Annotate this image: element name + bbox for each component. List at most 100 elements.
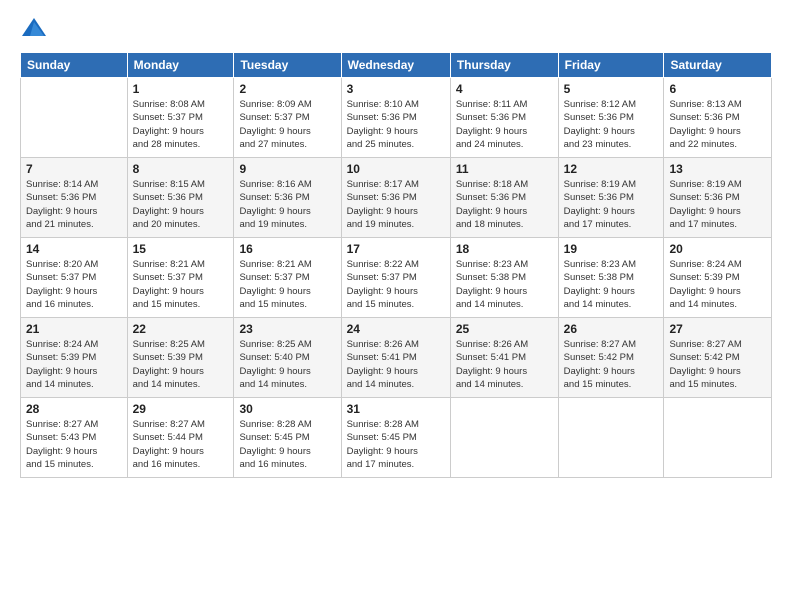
calendar-cell: 13 Sunrise: 8:19 AM Sunset: 5:36 PM Dayli… [664, 158, 772, 238]
calendar-cell: 24 Sunrise: 8:26 AM Sunset: 5:41 PM Dayli… [341, 318, 450, 398]
calendar-cell: 15 Sunrise: 8:21 AM Sunset: 5:37 PM Dayli… [127, 238, 234, 318]
calendar-cell: 31 Sunrise: 8:28 AM Sunset: 5:45 PM Dayli… [341, 398, 450, 478]
day-number: 26 [564, 322, 659, 336]
day-number: 1 [133, 82, 229, 96]
weekday-header-friday: Friday [558, 53, 664, 78]
logo [20, 16, 52, 40]
day-number: 8 [133, 162, 229, 176]
day-number: 23 [239, 322, 335, 336]
calendar-cell: 17 Sunrise: 8:22 AM Sunset: 5:37 PM Dayli… [341, 238, 450, 318]
calendar-cell: 23 Sunrise: 8:25 AM Sunset: 5:40 PM Dayli… [234, 318, 341, 398]
day-info: Sunrise: 8:09 AM Sunset: 5:37 PM Dayligh… [239, 98, 335, 151]
weekday-header-tuesday: Tuesday [234, 53, 341, 78]
calendar-cell: 14 Sunrise: 8:20 AM Sunset: 5:37 PM Dayli… [21, 238, 128, 318]
day-info: Sunrise: 8:25 AM Sunset: 5:39 PM Dayligh… [133, 338, 229, 391]
calendar-cell: 16 Sunrise: 8:21 AM Sunset: 5:37 PM Dayli… [234, 238, 341, 318]
day-info: Sunrise: 8:27 AM Sunset: 5:43 PM Dayligh… [26, 418, 122, 471]
day-info: Sunrise: 8:15 AM Sunset: 5:36 PM Dayligh… [133, 178, 229, 231]
day-number: 7 [26, 162, 122, 176]
weekday-header-monday: Monday [127, 53, 234, 78]
weekday-header-row: SundayMondayTuesdayWednesdayThursdayFrid… [21, 53, 772, 78]
day-number: 11 [456, 162, 553, 176]
calendar-week-row: 14 Sunrise: 8:20 AM Sunset: 5:37 PM Dayli… [21, 238, 772, 318]
day-info: Sunrise: 8:28 AM Sunset: 5:45 PM Dayligh… [347, 418, 445, 471]
day-number: 24 [347, 322, 445, 336]
day-info: Sunrise: 8:10 AM Sunset: 5:36 PM Dayligh… [347, 98, 445, 151]
calendar-cell: 6Sunrise: 8:13 AM Sunset: 5:36 PM Daylig… [664, 78, 772, 158]
calendar-cell [558, 398, 664, 478]
day-number: 30 [239, 402, 335, 416]
day-info: Sunrise: 8:26 AM Sunset: 5:41 PM Dayligh… [456, 338, 553, 391]
day-info: Sunrise: 8:28 AM Sunset: 5:45 PM Dayligh… [239, 418, 335, 471]
day-number: 20 [669, 242, 766, 256]
day-info: Sunrise: 8:19 AM Sunset: 5:36 PM Dayligh… [564, 178, 659, 231]
day-number: 28 [26, 402, 122, 416]
calendar-week-row: 21Sunrise: 8:24 AM Sunset: 5:39 PM Dayli… [21, 318, 772, 398]
weekday-header-wednesday: Wednesday [341, 53, 450, 78]
day-number: 18 [456, 242, 553, 256]
weekday-header-saturday: Saturday [664, 53, 772, 78]
day-info: Sunrise: 8:08 AM Sunset: 5:37 PM Dayligh… [133, 98, 229, 151]
day-info: Sunrise: 8:25 AM Sunset: 5:40 PM Dayligh… [239, 338, 335, 391]
calendar-cell: 29 Sunrise: 8:27 AM Sunset: 5:44 PM Dayli… [127, 398, 234, 478]
calendar-cell: 25 Sunrise: 8:26 AM Sunset: 5:41 PM Dayli… [450, 318, 558, 398]
day-number: 27 [669, 322, 766, 336]
calendar-cell: 1 Sunrise: 8:08 AM Sunset: 5:37 PM Daylig… [127, 78, 234, 158]
calendar-cell: 10Sunrise: 8:17 AM Sunset: 5:36 PM Dayli… [341, 158, 450, 238]
calendar-cell: 22 Sunrise: 8:25 AM Sunset: 5:39 PM Dayli… [127, 318, 234, 398]
day-info: Sunrise: 8:21 AM Sunset: 5:37 PM Dayligh… [133, 258, 229, 311]
day-info: Sunrise: 8:20 AM Sunset: 5:37 PM Dayligh… [26, 258, 122, 311]
calendar-cell: 7 Sunrise: 8:14 AM Sunset: 5:36 PM Daylig… [21, 158, 128, 238]
day-number: 9 [239, 162, 335, 176]
day-number: 15 [133, 242, 229, 256]
calendar-cell [664, 398, 772, 478]
day-number: 22 [133, 322, 229, 336]
day-info: Sunrise: 8:14 AM Sunset: 5:36 PM Dayligh… [26, 178, 122, 231]
calendar-week-row: 1 Sunrise: 8:08 AM Sunset: 5:37 PM Daylig… [21, 78, 772, 158]
day-info: Sunrise: 8:27 AM Sunset: 5:44 PM Dayligh… [133, 418, 229, 471]
logo-icon [20, 16, 48, 40]
calendar-cell: 20 Sunrise: 8:24 AM Sunset: 5:39 PM Dayli… [664, 238, 772, 318]
calendar-cell: 21Sunrise: 8:24 AM Sunset: 5:39 PM Dayli… [21, 318, 128, 398]
day-number: 16 [239, 242, 335, 256]
day-number: 31 [347, 402, 445, 416]
day-number: 2 [239, 82, 335, 96]
day-info: Sunrise: 8:27 AM Sunset: 5:42 PM Dayligh… [564, 338, 659, 391]
calendar-cell: 9 Sunrise: 8:16 AM Sunset: 5:36 PM Daylig… [234, 158, 341, 238]
calendar-cell: 19 Sunrise: 8:23 AM Sunset: 5:38 PM Dayli… [558, 238, 664, 318]
day-info: Sunrise: 8:16 AM Sunset: 5:36 PM Dayligh… [239, 178, 335, 231]
day-number: 17 [347, 242, 445, 256]
day-info: Sunrise: 8:21 AM Sunset: 5:37 PM Dayligh… [239, 258, 335, 311]
day-info: Sunrise: 8:24 AM Sunset: 5:39 PM Dayligh… [669, 258, 766, 311]
day-info: Sunrise: 8:26 AM Sunset: 5:41 PM Dayligh… [347, 338, 445, 391]
day-info: Sunrise: 8:23 AM Sunset: 5:38 PM Dayligh… [564, 258, 659, 311]
calendar-cell: 30 Sunrise: 8:28 AM Sunset: 5:45 PM Dayli… [234, 398, 341, 478]
day-number: 14 [26, 242, 122, 256]
calendar-cell: 8 Sunrise: 8:15 AM Sunset: 5:36 PM Daylig… [127, 158, 234, 238]
day-number: 19 [564, 242, 659, 256]
calendar-cell: 27Sunrise: 8:27 AM Sunset: 5:42 PM Dayli… [664, 318, 772, 398]
day-info: Sunrise: 8:12 AM Sunset: 5:36 PM Dayligh… [564, 98, 659, 151]
calendar-cell: 2 Sunrise: 8:09 AM Sunset: 5:37 PM Daylig… [234, 78, 341, 158]
day-info: Sunrise: 8:13 AM Sunset: 5:36 PM Dayligh… [669, 98, 766, 151]
day-info: Sunrise: 8:24 AM Sunset: 5:39 PM Dayligh… [26, 338, 122, 391]
day-number: 13 [669, 162, 766, 176]
day-info: Sunrise: 8:19 AM Sunset: 5:36 PM Dayligh… [669, 178, 766, 231]
day-number: 12 [564, 162, 659, 176]
day-info: Sunrise: 8:11 AM Sunset: 5:36 PM Dayligh… [456, 98, 553, 151]
day-info: Sunrise: 8:23 AM Sunset: 5:38 PM Dayligh… [456, 258, 553, 311]
day-number: 4 [456, 82, 553, 96]
weekday-header-thursday: Thursday [450, 53, 558, 78]
calendar-cell: 12 Sunrise: 8:19 AM Sunset: 5:36 PM Dayli… [558, 158, 664, 238]
day-info: Sunrise: 8:18 AM Sunset: 5:36 PM Dayligh… [456, 178, 553, 231]
calendar-cell: 18 Sunrise: 8:23 AM Sunset: 5:38 PM Dayli… [450, 238, 558, 318]
day-info: Sunrise: 8:22 AM Sunset: 5:37 PM Dayligh… [347, 258, 445, 311]
weekday-header-sunday: Sunday [21, 53, 128, 78]
calendar-cell [21, 78, 128, 158]
calendar-cell: 5Sunrise: 8:12 AM Sunset: 5:36 PM Daylig… [558, 78, 664, 158]
calendar-cell: 28 Sunrise: 8:27 AM Sunset: 5:43 PM Dayli… [21, 398, 128, 478]
day-number: 25 [456, 322, 553, 336]
calendar-cell: 3Sunrise: 8:10 AM Sunset: 5:36 PM Daylig… [341, 78, 450, 158]
calendar-week-row: 28 Sunrise: 8:27 AM Sunset: 5:43 PM Dayli… [21, 398, 772, 478]
day-number: 29 [133, 402, 229, 416]
